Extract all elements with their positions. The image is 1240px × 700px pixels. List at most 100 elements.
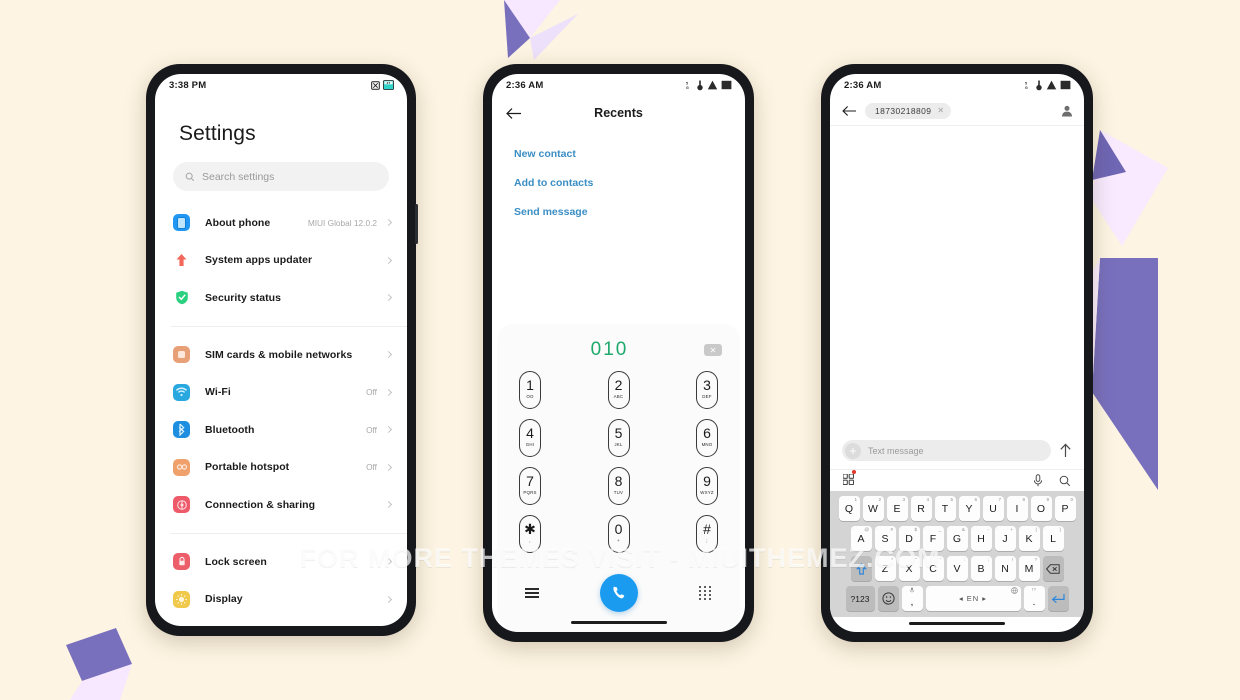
backspace-icon[interactable]: ✕	[704, 344, 722, 356]
dialpad-key-2[interactable]: 2 ABC	[607, 371, 630, 409]
key-sup: !?	[1032, 587, 1036, 592]
call-button[interactable]	[600, 574, 638, 612]
sidebar-item-bluetooth[interactable]: Bluetooth Off	[155, 411, 407, 449]
dialpad-key-9[interactable]: 9 WXYZ	[696, 467, 718, 505]
sidebar-item-system-apps-updater[interactable]: System apps updater	[155, 242, 407, 280]
kb-key-o[interactable]: 9O	[1030, 496, 1052, 521]
hamburger-menu-icon[interactable]	[525, 588, 539, 598]
dialpad-key-5[interactable]: 5 JKL	[607, 419, 630, 457]
period-key[interactable]: !? .	[1023, 586, 1045, 611]
back-arrow-icon[interactable]	[842, 105, 857, 117]
display-icon	[173, 590, 190, 608]
chevron-right-icon	[384, 294, 393, 302]
kb-key-q[interactable]: 1Q	[838, 496, 860, 521]
item-label: Connection & sharing	[205, 498, 316, 511]
key-sup: _	[938, 527, 941, 532]
key-sup: -	[987, 527, 989, 532]
contact-person-icon[interactable]	[1061, 105, 1073, 117]
signal-icon	[707, 80, 718, 90]
message-input[interactable]: + Text message	[842, 440, 1051, 461]
recipient-chip[interactable]: 18730218809 ✕	[865, 102, 952, 119]
chevron-right-icon	[384, 351, 393, 359]
dialed-number[interactable]: 010	[515, 339, 704, 361]
item-label: Security status	[205, 291, 282, 304]
item-label: Portable hotspot	[205, 461, 290, 474]
hotspot-icon	[173, 458, 190, 476]
kb-key-e[interactable]: 3E	[886, 496, 908, 521]
key-sub: ABC	[613, 394, 624, 399]
key-label: .	[1032, 596, 1036, 608]
kb-key-t[interactable]: 5T	[934, 496, 956, 521]
svg-text:27: 27	[387, 81, 391, 85]
kb-key-p[interactable]: 0P	[1054, 496, 1076, 521]
item-value: MIUI Global 12.0.2	[307, 217, 377, 228]
plus-icon[interactable]: +	[845, 442, 861, 459]
enter-key[interactable]	[1047, 586, 1069, 611]
microphone-icon[interactable]	[1033, 474, 1043, 487]
chevron-right-icon	[384, 388, 393, 396]
dialpad-key-4[interactable]: 4 GHI	[519, 419, 541, 457]
send-message-action[interactable]: Send message	[514, 200, 745, 229]
kb-key-y[interactable]: 6Y	[958, 496, 980, 521]
key-label: Q	[844, 502, 854, 515]
item-label: SIM cards & mobile networks	[205, 348, 353, 361]
key-label: I	[1015, 502, 1019, 515]
item-label: Display	[205, 593, 243, 606]
kb-key-u[interactable]: 7U	[982, 496, 1004, 521]
add-to-contacts-action[interactable]: Add to contacts	[514, 171, 745, 200]
chevron-right-icon	[384, 463, 393, 471]
sidebar-item-about-phone[interactable]: About phone MIUI Global 12.0.2	[155, 204, 407, 242]
kb-key-i[interactable]: 8I	[1006, 496, 1028, 521]
send-arrow-icon[interactable]	[1059, 443, 1072, 458]
dialer-actions: New contact Add to contacts Send message	[492, 130, 745, 229]
keypad-grid-icon[interactable]	[699, 586, 712, 600]
new-contact-action[interactable]: New contact	[514, 142, 745, 171]
watermark: FOR MORE THEMES VISIT - MIUITHEMEZ.COM	[299, 543, 941, 573]
sidebar-item-display[interactable]: Display	[155, 580, 407, 618]
keyboard-toolbar	[830, 469, 1084, 491]
enter-return-icon	[1051, 594, 1065, 604]
key-sub: OO	[526, 394, 534, 399]
key-sup: 1	[854, 497, 857, 502]
kb-key-r[interactable]: 4R	[910, 496, 932, 521]
search-placeholder: Search settings	[202, 170, 275, 183]
dialpad-key-3[interactable]: 3 DEF	[696, 371, 718, 409]
key-sup: 8	[1022, 497, 1025, 502]
emoji-key[interactable]	[877, 586, 899, 611]
screenshot-icon: 27	[383, 80, 394, 90]
item-value: Off	[366, 424, 377, 435]
sidebar-item-connection-sharing[interactable]: Connection & sharing	[155, 486, 407, 524]
dialpad-key-7[interactable]: 7 PQRS	[519, 467, 541, 505]
comma-key[interactable]: ,	[901, 586, 923, 611]
dialpad-key-8[interactable]: 8 TUV	[607, 467, 630, 505]
search-input[interactable]: Search settings	[173, 162, 389, 191]
home-indicator[interactable]	[909, 622, 1005, 625]
svg-text:G: G	[686, 86, 689, 90]
key-digit: 2	[614, 377, 623, 393]
dialpad-key-1[interactable]: 1 OO	[519, 371, 541, 409]
keypad-card: 010 ✕ 1 OO 2 ABC 3 DEF 4 GHI 5 JKL 6 MNO…	[497, 324, 740, 632]
symbols-key[interactable]: ?123	[845, 586, 875, 611]
microphone-small-icon	[909, 587, 915, 594]
call-icon	[613, 586, 625, 599]
sidebar-item-portable-hotspot[interactable]: Portable hotspot Off	[155, 449, 407, 487]
search-icon[interactable]	[1059, 475, 1071, 487]
kb-key-w[interactable]: 2W	[862, 496, 884, 521]
power-button[interactable]	[415, 204, 418, 244]
page-title: Recents	[594, 106, 643, 120]
keyboard-row-4: ?123 , ◂ EN ▸ !? .	[833, 586, 1081, 611]
close-icon[interactable]: ✕	[937, 106, 944, 115]
dialed-number-row: 010 ✕	[497, 335, 740, 365]
home-indicator[interactable]	[570, 621, 667, 624]
divider	[171, 325, 407, 327]
keyboard-row-1: 1Q 2W 3E 4R 5T 6Y 7U 8I 9O 0P	[833, 496, 1081, 521]
space-key[interactable]: ◂ EN ▸	[925, 586, 1021, 611]
statusbar-time: 3:38 PM	[169, 79, 207, 91]
dialpad-key-6[interactable]: 6 MNO	[696, 419, 718, 457]
sidebar-item-security-status[interactable]: Security status	[155, 279, 407, 317]
sidebar-item-sim-cards[interactable]: SIM cards & mobile networks	[155, 336, 407, 374]
sidebar-item-wifi[interactable]: Wi-Fi Off	[155, 373, 407, 411]
keyboard-apps-icon[interactable]	[842, 469, 856, 490]
key-sup: &	[961, 527, 965, 532]
key-sub: GHI	[525, 442, 535, 447]
